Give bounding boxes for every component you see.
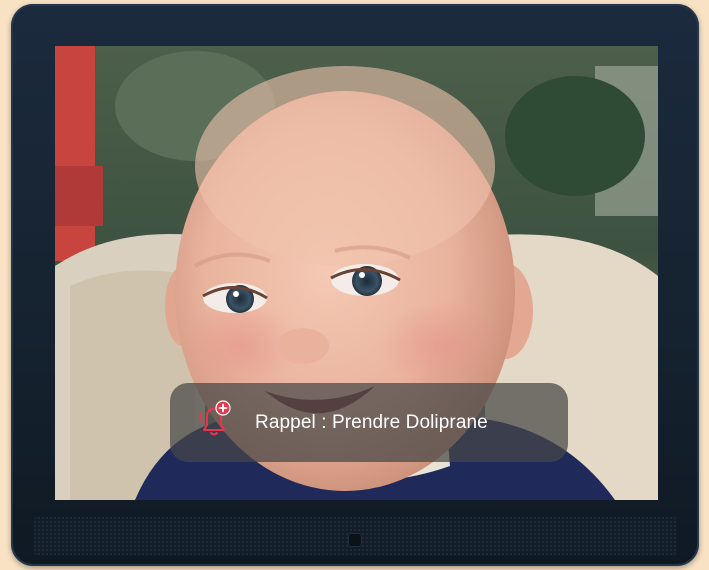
notification-text: Rappel : Prendre Doliprane bbox=[255, 412, 488, 433]
frame-screen: Rappel : Prendre Doliprane bbox=[55, 46, 658, 500]
reminder-notification[interactable]: Rappel : Prendre Doliprane bbox=[170, 383, 568, 462]
camera-lens bbox=[349, 534, 361, 546]
bell-plus-icon bbox=[199, 400, 231, 436]
digital-photo-frame: Rappel : Prendre Doliprane bbox=[11, 4, 699, 566]
